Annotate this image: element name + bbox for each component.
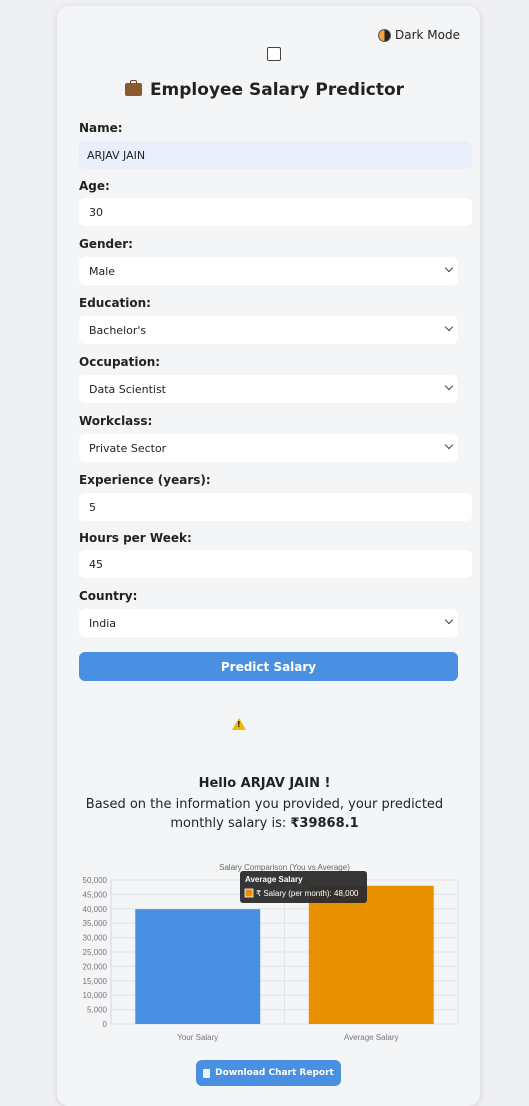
- dark-mode-toggle[interactable]: Dark Mode: [378, 26, 460, 44]
- country-label: Country:: [79, 589, 138, 603]
- greeting-text: Hello ARJAV JAIN !: [198, 776, 331, 791]
- y-tick-label: 35,000: [83, 919, 108, 928]
- dark-mode-label: Dark Mode: [395, 28, 460, 42]
- education-select[interactable]: Bachelor's: [79, 316, 458, 344]
- age-field[interactable]: 30: [79, 198, 472, 226]
- country-select[interactable]: India: [79, 609, 458, 637]
- predict-salary-button[interactable]: Predict Salary: [79, 652, 458, 681]
- name-field[interactable]: ARJAV JAIN: [79, 141, 472, 169]
- hours-field[interactable]: 45: [79, 550, 472, 578]
- y-tick-label: 5,000: [87, 1006, 108, 1015]
- bar-0: [135, 909, 261, 1024]
- y-tick-label: 15,000: [83, 977, 108, 986]
- chevron-down-icon: [444, 440, 454, 450]
- y-tick-label: 0: [103, 1020, 108, 1029]
- education-label: Education:: [79, 296, 151, 310]
- experience-label: Experience (years):: [79, 473, 211, 487]
- document-icon: [203, 1068, 211, 1078]
- age-label: Age:: [79, 179, 110, 193]
- chevron-down-icon: [444, 322, 454, 332]
- gender-select[interactable]: Male: [79, 257, 458, 285]
- workclass-label: Workclass:: [79, 414, 153, 428]
- hours-label: Hours per Week:: [79, 531, 192, 545]
- page-title: Employee Salary Predictor: [0, 80, 529, 100]
- y-tick-label: 45,000: [83, 890, 108, 899]
- y-tick-label: 40,000: [83, 905, 108, 914]
- x-tick-label: Your Salary: [177, 1033, 218, 1042]
- occupation-label: Occupation:: [79, 355, 161, 369]
- bar-1: [308, 885, 434, 1024]
- dark-mode-checkbox[interactable]: [267, 47, 281, 61]
- tooltip-swatch: [244, 888, 254, 898]
- tooltip-text: ₹ Salary (per month): 48,000: [256, 889, 359, 898]
- experience-field[interactable]: 5: [79, 493, 472, 521]
- download-chart-button[interactable]: Download Chart Report: [196, 1060, 341, 1086]
- chevron-down-icon: [444, 381, 454, 391]
- y-tick-label: 25,000: [83, 948, 108, 957]
- predicted-salary: ₹39868.1: [290, 816, 359, 831]
- y-tick-label: 30,000: [83, 934, 108, 943]
- gender-label: Gender:: [79, 237, 133, 251]
- chevron-down-icon: [444, 263, 454, 273]
- occupation-select[interactable]: Data Scientist: [79, 375, 458, 403]
- x-tick-label: Average Salary: [344, 1033, 399, 1042]
- workclass-select[interactable]: Private Sector: [79, 434, 458, 462]
- briefcase-icon: [124, 80, 142, 96]
- chart-title: Salary Comparison (You vs Average): [219, 863, 350, 872]
- y-tick-label: 10,000: [83, 991, 108, 1000]
- half-moon-icon: [378, 28, 391, 42]
- warning-icon: !: [232, 718, 246, 730]
- salary-chart: Salary Comparison (You vs Average) 0 5,000…: [83, 863, 459, 1042]
- result-text: Based on the information you provided, y…: [85, 797, 444, 831]
- y-tick-label: 50,000: [83, 876, 108, 885]
- y-tick-label: 20,000: [83, 962, 108, 971]
- chevron-down-icon: [444, 615, 454, 625]
- tooltip-title: Average Salary: [245, 875, 303, 884]
- name-label: Name:: [79, 121, 123, 135]
